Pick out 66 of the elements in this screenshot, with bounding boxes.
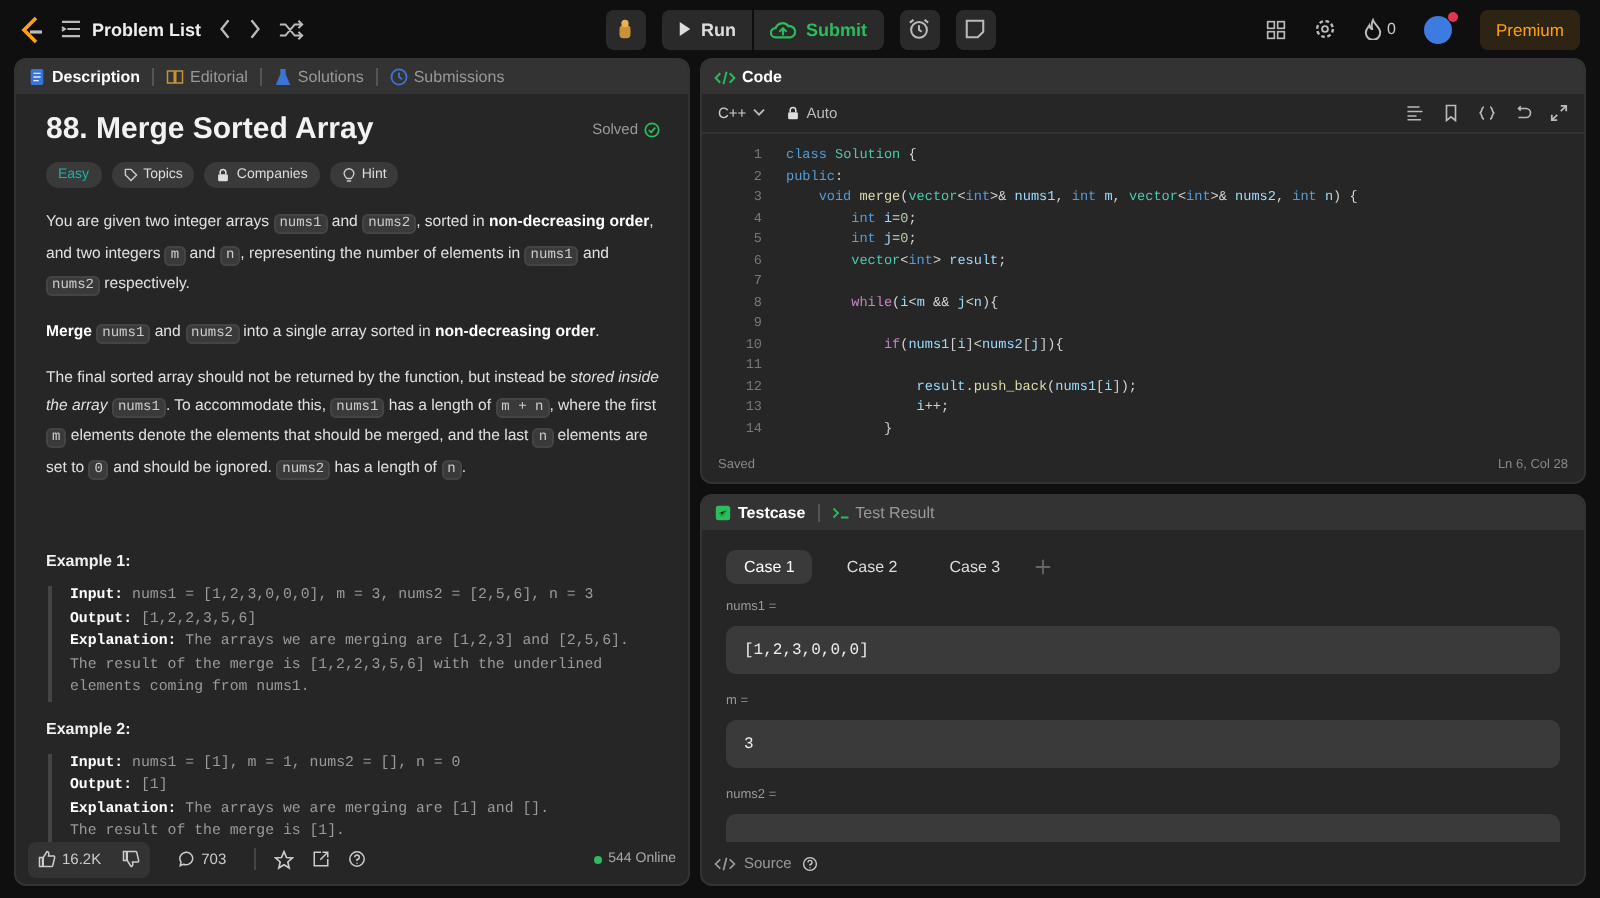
- add-case-icon[interactable]: [1034, 558, 1053, 576]
- bug-icon: [614, 18, 636, 40]
- panel-tab[interactable]: Editorial: [166, 68, 248, 86]
- panel-tab[interactable]: Test Result: [831, 504, 935, 522]
- timer-button[interactable]: [899, 9, 939, 49]
- comment-icon: [177, 850, 196, 868]
- caret-icon: [752, 108, 767, 118]
- note-icon: [964, 18, 986, 40]
- previous-icon[interactable]: [217, 18, 232, 40]
- premium-button[interactable]: Premium: [1479, 9, 1580, 49]
- help-icon[interactable]: [801, 855, 818, 871]
- lightbulb-icon: [341, 168, 356, 182]
- avatar[interactable]: [1423, 15, 1452, 43]
- notification-dot: [1447, 11, 1458, 21]
- case-tab[interactable]: Case 1: [726, 550, 813, 584]
- problem-title: 88. Merge Sorted Array: [46, 112, 374, 146]
- braces-icon[interactable]: [1478, 104, 1496, 122]
- document-icon: [28, 68, 46, 86]
- help-icon[interactable]: [348, 850, 367, 868]
- tag-icon: [123, 168, 138, 182]
- logo-icon[interactable]: [20, 15, 44, 43]
- flame-icon[interactable]: [1363, 18, 1382, 40]
- panel-tab[interactable]: Testcase: [714, 504, 806, 522]
- check-circle-icon: [644, 121, 660, 137]
- book-icon: [166, 68, 185, 86]
- alarm-clock-icon: [908, 18, 930, 40]
- cloud-upload-icon: [770, 19, 796, 39]
- terminal-icon: [831, 504, 850, 522]
- lock-icon: [216, 168, 231, 182]
- share-icon[interactable]: [312, 850, 331, 868]
- problem-list-button[interactable]: Problem List: [60, 19, 202, 39]
- shuffle-icon[interactable]: [277, 19, 304, 39]
- panel-tab[interactable]: Solutions: [273, 68, 364, 86]
- checkbox-icon: [714, 504, 732, 522]
- panel-title: Code: [714, 68, 782, 86]
- format-icon[interactable]: [1406, 104, 1424, 122]
- streak-count: 0: [1387, 20, 1396, 38]
- play-icon: [677, 20, 691, 38]
- example-heading: Example 2:: [46, 719, 133, 737]
- expand-icon[interactable]: [1550, 104, 1568, 122]
- code-icon: [714, 69, 736, 85]
- case-tab[interactable]: Case 2: [828, 550, 916, 584]
- example-heading: Example 1:: [46, 552, 133, 570]
- next-icon[interactable]: [247, 18, 262, 40]
- online-dot: [594, 855, 603, 863]
- settings-icon[interactable]: [1313, 18, 1336, 40]
- lock-icon: [786, 106, 801, 120]
- panel-tab[interactable]: Description: [28, 68, 141, 86]
- panel-tab[interactable]: Submissions: [389, 68, 505, 86]
- bookmark-icon[interactable]: [1442, 104, 1460, 122]
- reset-icon[interactable]: [1514, 104, 1532, 122]
- thumbs-up-icon: [38, 850, 56, 868]
- debug-button[interactable]: [605, 9, 645, 49]
- notes-button[interactable]: [955, 9, 995, 49]
- list-icon: [60, 20, 82, 38]
- flask-icon: [273, 68, 292, 86]
- parameter-field[interactable]: [1,2,3,0,0,0]: [726, 626, 1560, 675]
- grid-icon[interactable]: [1265, 19, 1286, 39]
- case-tab[interactable]: Case 3: [931, 550, 1019, 584]
- run-button[interactable]: Run: [661, 9, 752, 49]
- submit-button[interactable]: Submit: [754, 9, 883, 49]
- clock-icon: [389, 68, 408, 86]
- thumbs-down-icon: [121, 850, 140, 868]
- parameter-field[interactable]: 3: [726, 720, 1560, 769]
- code-icon: [714, 855, 736, 871]
- star-icon[interactable]: [274, 849, 295, 869]
